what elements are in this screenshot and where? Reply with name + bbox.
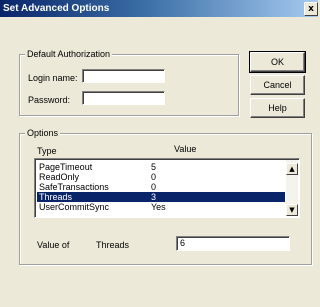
option-type: Threads (39, 192, 73, 202)
login-name-label: Login name: (28, 73, 78, 83)
default-authorization-group: Default Authorization (19, 49, 239, 116)
list-item[interactable]: ReadOnly 0 (37, 172, 285, 182)
list-item-selected[interactable]: Threads 3 (37, 192, 285, 202)
scroll-up-arrow-icon[interactable]: ▲ (286, 163, 298, 175)
help-button[interactable]: Help (250, 98, 305, 118)
option-type: PageTimeout (39, 162, 93, 172)
ok-button[interactable]: OK (249, 51, 306, 73)
list-item[interactable]: UserCommitSync Yes (37, 202, 285, 212)
list-scrollbar[interactable]: ▲ ▼ (286, 160, 298, 216)
value-of-input[interactable]: 6 (176, 236, 290, 251)
type-column-header: Type (37, 146, 57, 156)
list-item[interactable]: PageTimeout 5 (37, 162, 285, 172)
default-authorization-legend: Default Authorization (25, 49, 113, 59)
value-of-option-name: Threads (96, 240, 130, 250)
scroll-down-arrow-icon[interactable]: ▼ (286, 204, 298, 216)
window-title: Set Advanced Options (3, 3, 110, 14)
option-type: UserCommitSync (39, 202, 110, 212)
list-item[interactable]: SafeTransactions 0 (37, 182, 285, 192)
password-input[interactable] (82, 91, 165, 105)
close-icon[interactable]: x (304, 2, 318, 16)
value-column-header: Value (174, 144, 197, 154)
option-value: 0 (151, 172, 157, 182)
title-bar[interactable]: Set Advanced Options x (0, 0, 318, 17)
value-of-label: Value of (37, 240, 70, 250)
cancel-button[interactable]: Cancel (250, 75, 305, 95)
option-value: 0 (151, 182, 157, 192)
login-name-input[interactable] (82, 69, 165, 83)
password-label: Password: (28, 95, 71, 105)
option-type: SafeTransactions (39, 182, 109, 192)
option-value: 5 (151, 162, 157, 172)
option-type: ReadOnly (39, 172, 80, 182)
option-value: 3 (151, 192, 157, 202)
set-advanced-options-dialog: Set Advanced Options x Default Authoriza… (0, 0, 318, 307)
options-list[interactable]: PageTimeout 5 ReadOnly 0 SafeTransaction… (34, 158, 300, 218)
option-value: Yes (151, 202, 166, 212)
options-legend: Options (25, 128, 61, 138)
